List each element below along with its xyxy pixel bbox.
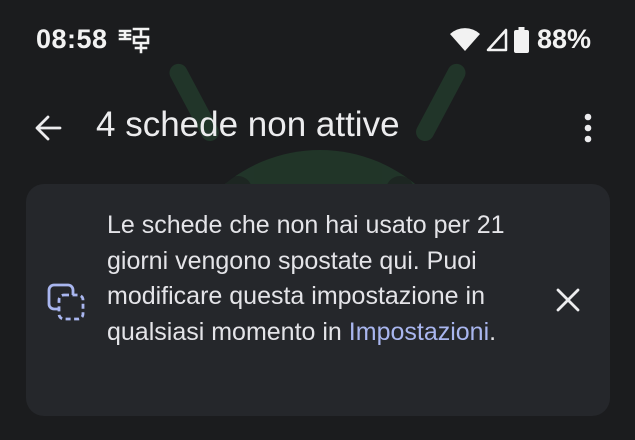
- back-arrow-icon: [35, 115, 62, 141]
- battery-icon: [513, 26, 529, 53]
- status-indicators: 88%: [449, 24, 591, 55]
- page-title: 4 schede non attive: [96, 105, 400, 144]
- close-icon: [556, 288, 580, 312]
- status-time: 08:58: [36, 24, 108, 54]
- wifi-icon: [449, 27, 480, 51]
- more-options-button[interactable]: [568, 108, 608, 148]
- more-vert-icon: [584, 113, 592, 143]
- info-message: Le schede che non hai usato per 21 giorn…: [107, 208, 527, 350]
- back-button[interactable]: [28, 108, 68, 148]
- inactive-tabs-icon: [47, 283, 85, 321]
- dismiss-button[interactable]: [548, 280, 588, 320]
- cell-signal-icon: [486, 28, 508, 51]
- inactive-tabs-info-card: Le schede che non hai usato per 21 giorn…: [26, 184, 610, 416]
- app-bar: 4 schede non attive: [0, 96, 635, 156]
- status-bar: 08:58 88%: [0, 0, 635, 78]
- battery-percentage: 88%: [536, 24, 591, 54]
- settings-link[interactable]: Impostazioni: [349, 318, 489, 346]
- info-message-trailing: .: [489, 317, 497, 346]
- notification-icon: [118, 27, 150, 54]
